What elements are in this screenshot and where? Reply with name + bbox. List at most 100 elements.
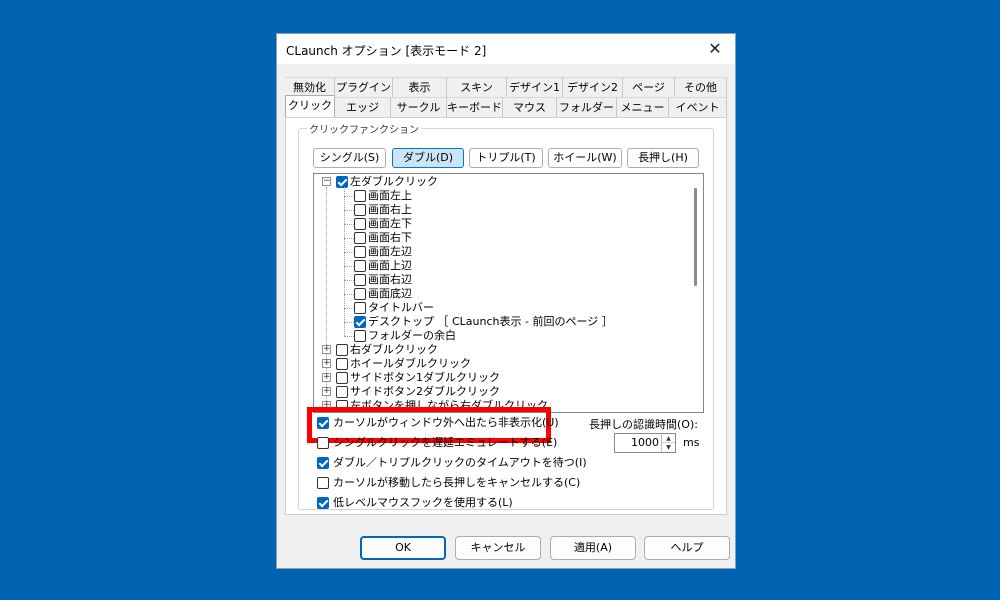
hold-time-value[interactable]: 1000: [631, 436, 659, 449]
tree-line: [344, 336, 354, 337]
segment-button[interactable]: ダブル(D): [392, 148, 464, 168]
tree-node-label: サイドボタン1ダブルクリック: [350, 371, 500, 384]
option-label: シングルクリックを遅延エミュレートする(E): [333, 436, 558, 449]
expand-icon[interactable]: +: [322, 359, 331, 368]
tree-line: [344, 224, 354, 225]
tab[interactable]: デザイン1: [507, 77, 563, 97]
tree-checkbox[interactable]: [336, 386, 348, 398]
tree-checkbox[interactable]: [354, 288, 366, 300]
tree-node-label: 画面左辺: [368, 245, 412, 258]
tree-checkbox[interactable]: [354, 260, 366, 272]
tree-node-label: 画面左下: [368, 217, 412, 230]
cancel-button[interactable]: キャンセル: [455, 536, 541, 560]
tree-line: [344, 308, 354, 309]
window-title: CLaunch オプション [表示モード 2]: [286, 44, 487, 58]
checkbox-box[interactable]: [317, 477, 329, 489]
tree-checkbox[interactable]: [336, 176, 348, 188]
tree-line: [344, 322, 354, 323]
tab[interactable]: ページ: [623, 77, 675, 97]
tree-scrollbar-thumb[interactable]: [694, 188, 697, 286]
spin-down-icon[interactable]: ▼: [662, 443, 675, 452]
tab-panel-click: クリックファンクション シングル(S) ダブル(D) トリプル(T) ホイール(W) 長…: [285, 117, 727, 515]
tree-line: [344, 187, 345, 336]
ok-button[interactable]: OK: [360, 536, 446, 560]
tree-checkbox[interactable]: [354, 190, 366, 202]
tree-node-label: フォルダーの余白: [368, 329, 456, 342]
tab[interactable]: 表示: [393, 77, 447, 97]
checkbox-box[interactable]: [317, 417, 329, 429]
tab-row-1: 無効化 プラグイン 表示 スキン デザイン1 デザイン2 ページ その他: [285, 77, 727, 97]
segment-button[interactable]: トリプル(T): [469, 148, 543, 168]
tab-row-2: クリック エッジ サークル キーボード マウス フォルダー メニュー イベント: [285, 95, 727, 117]
tab[interactable]: デザイン2: [563, 77, 623, 97]
apply-button[interactable]: 適用(A): [550, 536, 636, 560]
tab[interactable]: その他: [675, 77, 727, 97]
segment-button[interactable]: シングル(S): [313, 148, 386, 168]
tree-checkbox[interactable]: [354, 218, 366, 230]
tree-node-label: 画面底辺: [368, 287, 412, 300]
tab[interactable]: フォルダー: [557, 97, 617, 117]
expand-icon[interactable]: +: [322, 345, 331, 354]
tab[interactable]: サークル: [391, 97, 447, 117]
tree-line: [344, 280, 354, 281]
tab[interactable]: 無効化: [285, 77, 335, 97]
tree-checkbox[interactable]: [354, 246, 366, 258]
tab[interactable]: スキン: [447, 77, 507, 97]
tree-checkbox[interactable]: [354, 330, 366, 342]
tree-node-label: 左ダブルクリック: [350, 175, 438, 188]
options-dialog: CLaunch オプション [表示モード 2] ✕ 無効化 プラグイン 表示 スキンデ…: [276, 33, 736, 569]
tree-checkbox[interactable]: [336, 372, 348, 384]
expand-icon[interactable]: +: [322, 373, 331, 382]
tree-checkbox[interactable]: [354, 204, 366, 216]
tree-node-label: 画面左上: [368, 189, 412, 202]
tree-node-label: サイドボタン2ダブルクリック: [350, 385, 500, 398]
tree-node-label: 右ダブルクリック: [350, 343, 438, 356]
hold-time-unit: ms: [683, 436, 700, 449]
function-tree[interactable]: − 左ダブルクリック 画面左上 画面右上 画面左下 画面右下 画面左辺 画面上辺 画面右辺 画面底…: [313, 173, 704, 413]
hold-time-spinner[interactable]: 1000 ▲ ▼: [614, 433, 676, 453]
tab[interactable]: エッジ: [335, 97, 391, 117]
collapse-icon[interactable]: −: [322, 177, 331, 186]
tree-node-label: デスクトップ ［ CLaunch表示 - 前回のページ ］: [368, 315, 613, 328]
tab[interactable]: プラグイン: [335, 77, 393, 97]
tree-line: [344, 238, 354, 239]
option-label: ダブル／トリプルクリックのタイムアウトを待つ(I): [333, 456, 587, 469]
tree-node-label: ホイールダブルクリック: [350, 357, 471, 370]
tree-checkbox[interactable]: [354, 274, 366, 286]
tree-node-label: 画面右辺: [368, 273, 412, 286]
tree-node-label: 画面上辺: [368, 259, 412, 272]
segment-button[interactable]: ホイール(W): [548, 148, 622, 168]
tab-strip: 無効化 プラグイン 表示 スキン デザイン1 デザイン2 ページ その他 クリック エッジ サーク…: [285, 77, 727, 117]
checkbox-box[interactable]: [317, 437, 329, 449]
help-button[interactable]: ヘルプ: [644, 536, 730, 560]
tree-checkbox[interactable]: [354, 232, 366, 244]
tab[interactable]: メニュー: [617, 97, 669, 117]
option-label: 低レベルマウスフックを使用する(L): [333, 496, 513, 509]
spinner-arrows: ▲ ▼: [661, 434, 675, 452]
option-label: カーソルが移動したら長押しをキャンセルする(C): [333, 476, 581, 489]
tab[interactable]: クリック: [285, 95, 335, 117]
tab[interactable]: キーボード: [447, 97, 503, 117]
segment-button[interactable]: 長押し(H): [627, 148, 699, 168]
tree-checkbox[interactable]: [354, 316, 366, 328]
checkbox-box[interactable]: [317, 457, 329, 469]
tree-checkbox[interactable]: [336, 358, 348, 370]
tree-checkbox[interactable]: [336, 344, 348, 356]
tree-line: [344, 252, 354, 253]
close-icon[interactable]: ✕: [705, 39, 725, 59]
spin-up-icon[interactable]: ▲: [662, 434, 675, 443]
group-label: クリックファンクション: [307, 121, 421, 136]
checkbox-box[interactable]: [317, 497, 329, 509]
tree-line: [344, 210, 354, 211]
tree-line: [344, 196, 354, 197]
expand-icon[interactable]: +: [322, 387, 331, 396]
option-label: カーソルがウィンドウ外へ出たら非表示化(U): [333, 416, 559, 429]
tree-node-label: 画面右上: [368, 203, 412, 216]
title-bar: CLaunch オプション [表示モード 2] ✕: [277, 34, 735, 64]
tree-line: [344, 294, 354, 295]
tab[interactable]: イベント: [669, 97, 727, 117]
tab[interactable]: マウス: [503, 97, 557, 117]
tree-checkbox[interactable]: [354, 302, 366, 314]
hold-time-label: 長押しの認識時間(O):: [589, 418, 698, 431]
tree-line: [344, 266, 354, 267]
